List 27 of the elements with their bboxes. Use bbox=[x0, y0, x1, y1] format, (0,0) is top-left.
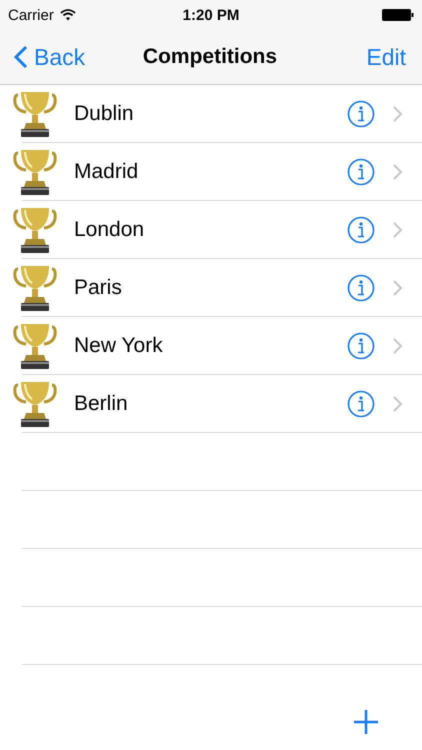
competition-name[interactable]: London bbox=[74, 218, 347, 242]
chevron-right-icon bbox=[392, 278, 404, 296]
competition-name[interactable]: Madrid bbox=[74, 160, 347, 184]
competition-name[interactable]: Berlin bbox=[74, 392, 347, 416]
competition-name[interactable]: Paris bbox=[74, 276, 347, 300]
chevron-right-icon bbox=[392, 220, 404, 238]
competition-name[interactable]: New York bbox=[74, 334, 347, 358]
chevron-right-icon bbox=[392, 162, 404, 180]
chevron-right-icon bbox=[392, 336, 404, 354]
competition-name[interactable]: Dublin bbox=[74, 102, 347, 126]
status-time: 1:20 PM bbox=[182, 6, 240, 24]
info-icon[interactable] bbox=[347, 390, 375, 418]
wifi-icon bbox=[60, 9, 76, 21]
chevron-right-icon bbox=[392, 394, 404, 412]
chevron-left-icon bbox=[14, 45, 28, 69]
chevron-right-icon bbox=[392, 104, 404, 122]
info-icon[interactable] bbox=[347, 100, 375, 128]
nav-title: Competitions bbox=[142, 45, 278, 69]
add-icon[interactable] bbox=[352, 708, 380, 736]
info-icon[interactable] bbox=[347, 158, 375, 186]
info-icon[interactable] bbox=[347, 332, 375, 360]
info-icon[interactable] bbox=[347, 216, 375, 244]
info-icon[interactable] bbox=[347, 274, 375, 302]
battery-icon bbox=[382, 9, 414, 21]
carrier-label: Carrier bbox=[8, 6, 54, 24]
edit-button[interactable]: Edit bbox=[366, 44, 406, 70]
back-button[interactable]: Back bbox=[14, 44, 143, 70]
